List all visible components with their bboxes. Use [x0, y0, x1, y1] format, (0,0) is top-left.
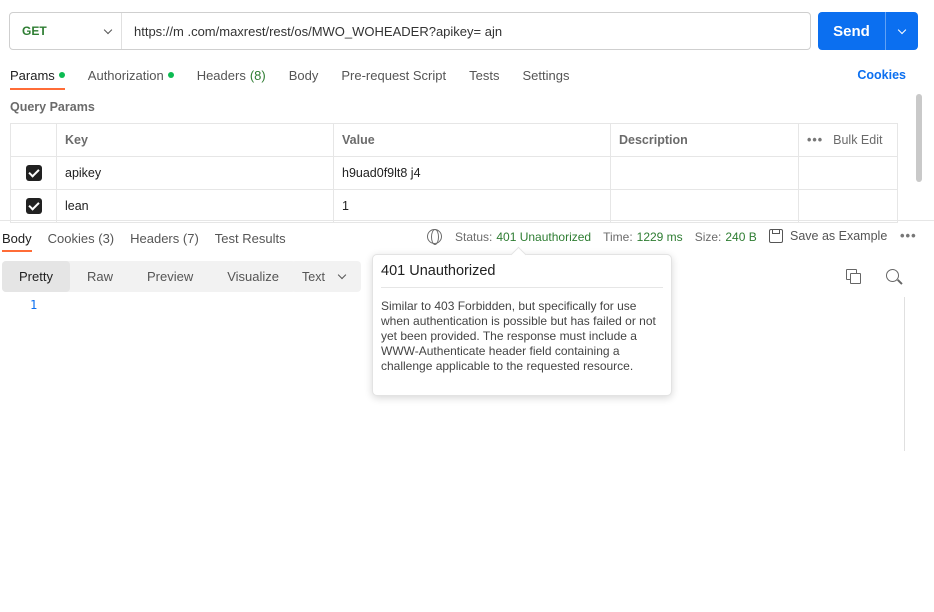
param-checkbox[interactable] [25, 165, 42, 181]
status-tooltip: 401 Unauthorized Similar to 403 Forbidde… [372, 254, 672, 396]
save-icon [769, 229, 783, 243]
save-as-example-label: Save as Example [790, 229, 888, 243]
tab-response-body[interactable]: Body [2, 228, 32, 252]
response-divider[interactable] [0, 220, 934, 221]
method-select[interactable]: GET [10, 13, 122, 49]
body-format-group: Pretty Raw Preview Visualize [2, 261, 297, 292]
cookies-link[interactable]: Cookies [857, 68, 906, 82]
param-description[interactable] [610, 156, 799, 190]
response-meta: Status: 401 Unauthorized Time: 1229 ms S… [427, 229, 769, 245]
time-label: Time: [603, 229, 633, 244]
request-tabs: Params Authorization Headers (8) Body Pre… [10, 64, 592, 90]
copy-icon[interactable] [846, 269, 861, 284]
table-row: lean 1 [10, 189, 898, 223]
search-icon[interactable] [886, 269, 902, 285]
editor-scrollbar[interactable] [904, 297, 905, 451]
request-url-bar: GET https://m .com/maxrest/rest/os/MWO_W… [9, 12, 811, 50]
param-value[interactable]: 1 [333, 189, 611, 223]
tooltip-title: 401 Unauthorized [381, 263, 663, 288]
line-number: 1 [30, 298, 38, 312]
table-header-row: Key Value Description ••• Bulk Edit [10, 123, 898, 157]
bulk-edit-button[interactable]: Bulk Edit [833, 133, 882, 147]
format-pretty[interactable]: Pretty [2, 261, 70, 292]
tab-prerequest-script[interactable]: Pre-request Script [341, 64, 446, 86]
param-description[interactable] [610, 189, 799, 223]
send-button[interactable]: Send [818, 12, 918, 50]
size-label: Size: [694, 229, 722, 244]
tab-settings[interactable]: Settings [522, 64, 569, 86]
param-key[interactable]: apikey [56, 156, 334, 190]
status-value[interactable]: 401 Unauthorized [496, 230, 591, 244]
column-key: Key [56, 123, 334, 157]
method-label: GET [22, 24, 47, 38]
param-key[interactable]: lean [56, 189, 334, 223]
time-value[interactable]: 1229 ms [637, 230, 683, 244]
tab-response-headers[interactable]: Headers (7) [130, 228, 199, 248]
format-visualize[interactable]: Visualize [210, 261, 296, 292]
params-dot-icon [58, 72, 65, 78]
chevron-down-icon [897, 25, 907, 34]
chevron-down-icon [337, 270, 347, 280]
tab-params[interactable]: Params [10, 64, 65, 90]
param-checkbox[interactable] [25, 198, 42, 214]
more-options-icon[interactable]: ••• [807, 133, 823, 147]
format-preview[interactable]: Preview [130, 261, 210, 292]
column-description: Description [610, 123, 799, 157]
params-scrollbar[interactable] [916, 94, 922, 182]
send-dropdown[interactable] [886, 12, 918, 50]
response-tabs: Body Cookies (3) Headers (7) Test Result… [2, 228, 302, 252]
tab-body[interactable]: Body [289, 64, 319, 86]
query-params-table: Key Value Description ••• Bulk Edit apik… [10, 123, 898, 223]
column-value: Value [333, 123, 611, 157]
authorization-dot-icon [167, 72, 174, 78]
url-input[interactable]: https://m .com/maxrest/rest/os/MWO_WOHEA… [122, 13, 810, 49]
tab-authorization[interactable]: Authorization [88, 64, 174, 86]
table-row: apikey h9uad0f9lt8 j4 [10, 156, 898, 190]
save-as-example-button[interactable]: Save as Example [769, 229, 887, 243]
tab-headers[interactable]: Headers (8) [197, 64, 266, 86]
format-raw[interactable]: Raw [70, 261, 130, 292]
response-type-select[interactable]: Text [291, 261, 361, 292]
globe-icon[interactable] [427, 229, 442, 245]
size-value[interactable]: 240 B [725, 230, 756, 244]
tab-test-results[interactable]: Test Results [215, 228, 286, 248]
status-label: Status: [455, 229, 493, 244]
param-value[interactable]: h9uad0f9lt8 j4 [333, 156, 611, 190]
query-params-title: Query Params [10, 100, 95, 114]
tab-tests[interactable]: Tests [469, 64, 499, 86]
chevron-down-icon [103, 25, 113, 34]
tab-response-cookies[interactable]: Cookies (3) [48, 228, 114, 248]
tooltip-body: Similar to 403 Forbidden, but specifical… [381, 299, 656, 373]
send-label: Send [818, 12, 886, 50]
more-options-icon[interactable]: ••• [900, 228, 917, 243]
response-type-label: Text [302, 269, 325, 284]
